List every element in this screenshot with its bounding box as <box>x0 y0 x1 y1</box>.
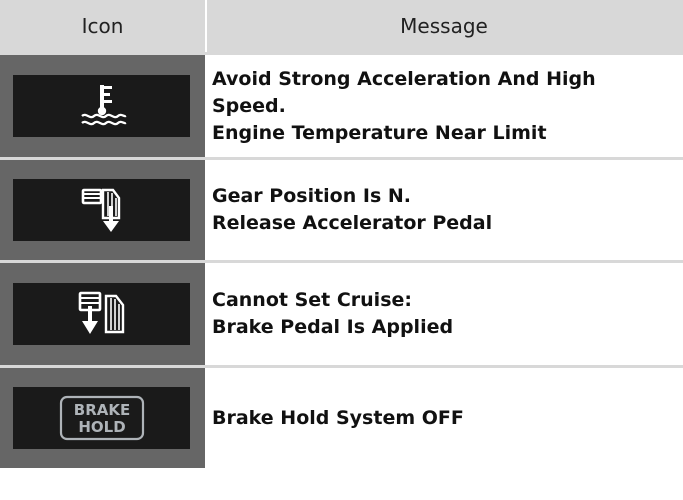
message-line: Brake Hold System OFF <box>212 406 464 429</box>
message-cell: Cannot Set Cruise: Brake Pedal Is Applie… <box>212 263 675 365</box>
message-line: Avoid Strong Acceleration And High <box>212 67 596 90</box>
icon-cell <box>0 55 205 157</box>
table-row: BRAKE HOLD Brake Hold System OFF <box>0 368 683 468</box>
icon-screen: BRAKE HOLD <box>13 387 190 449</box>
icon-screen <box>13 179 190 241</box>
message-line: Brake Pedal Is Applied <box>212 316 454 338</box>
icon-column-header: Icon <box>81 14 124 38</box>
cruise-brake-pedal-icon <box>78 291 124 334</box>
message-line: Engine Temperature Near Limit <box>212 121 547 144</box>
message-line: Speed. <box>212 94 286 117</box>
icon-screen <box>13 75 190 137</box>
icon-cell <box>0 263 205 365</box>
icon-cell <box>0 160 205 260</box>
message-cell: Brake Hold System OFF <box>212 368 675 468</box>
brake-hold-icon: BRAKE HOLD <box>59 395 144 441</box>
engine-temperature-icon <box>80 85 127 126</box>
brake-hold-icon-text: BRAKE <box>73 401 129 419</box>
message-cell: Avoid Strong Acceleration And High Speed… <box>212 55 675 157</box>
table-row: Gear Position Is N. Release Accelerator … <box>0 160 683 260</box>
message-line: Gear Position Is N. <box>212 185 411 207</box>
icon-cell: BRAKE HOLD <box>0 368 205 468</box>
message-table: Icon Message Avoid Strong Acceleration A… <box>0 0 683 500</box>
gear-position-release-accelerator-icon <box>81 188 120 232</box>
message-line: Release Accelerator Pedal <box>212 212 493 234</box>
table-row: Avoid Strong Acceleration And High Speed… <box>0 55 683 157</box>
message-line: Cannot Set Cruise: <box>212 289 412 311</box>
message-cell: Gear Position Is N. Release Accelerator … <box>212 160 675 260</box>
brake-hold-icon-text: HOLD <box>78 418 125 436</box>
table-header: Icon Message <box>0 0 683 52</box>
icon-screen <box>13 283 190 345</box>
message-column-header: Message <box>400 14 488 38</box>
table-row: Cannot Set Cruise: Brake Pedal Is Applie… <box>0 263 683 365</box>
